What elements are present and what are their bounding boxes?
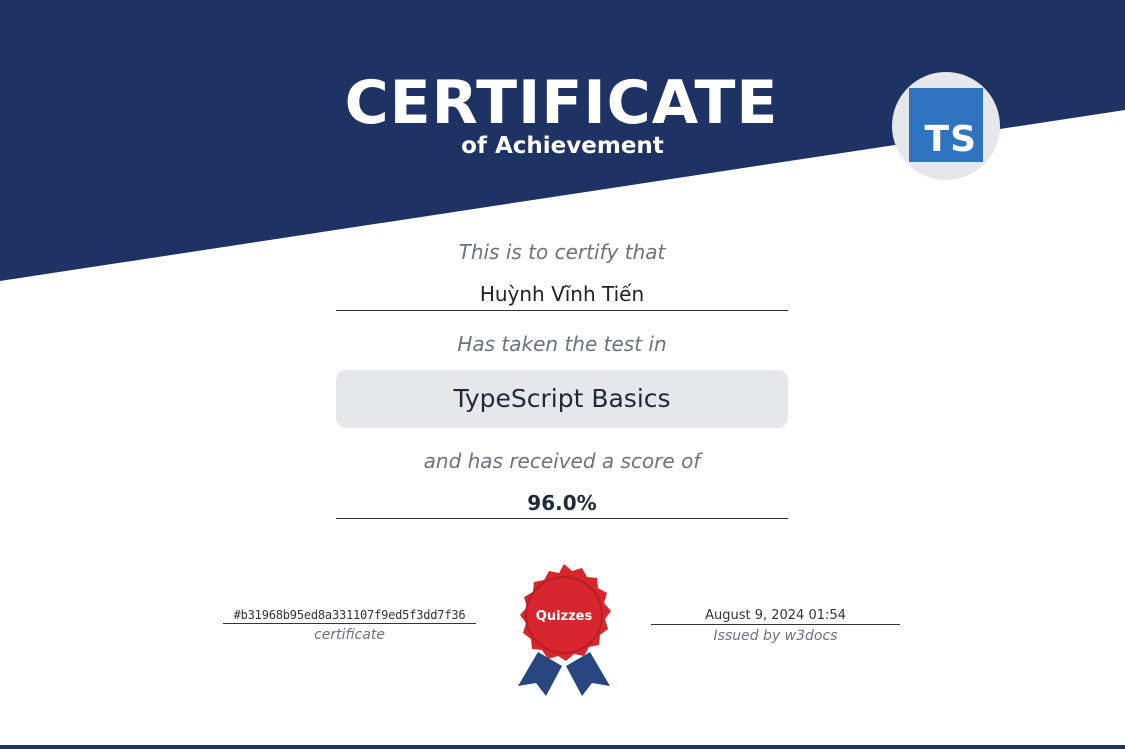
typescript-logo-icon: TS xyxy=(909,88,983,162)
test-name-box: TypeScript Basics xyxy=(336,370,788,428)
seal-ribbon-right xyxy=(566,652,610,696)
bottom-border xyxy=(0,745,1125,749)
certificate-hash: #b31968b95ed8a331107f9ed5f3dd7f36 xyxy=(223,608,476,624)
score-value: 96.0% xyxy=(336,489,788,519)
quizzes-seal-icon: Quizzes xyxy=(518,564,611,696)
certificate-hash-block: #b31968b95ed8a331107f9ed5f3dd7f36 certif… xyxy=(223,608,476,643)
issuer-caption: Issued by w3docs xyxy=(713,628,838,644)
certificate-hash-caption: certificate xyxy=(314,627,385,643)
issue-date-block: August 9, 2024 01:54 Issued by w3docs xyxy=(651,608,900,644)
certify-intro-text: This is to certify that xyxy=(458,240,666,264)
recipient-name: Huỳnh Vĩnh Tiến xyxy=(336,280,788,311)
typescript-logo-text: TS xyxy=(924,119,977,160)
seal-ribbon-left xyxy=(518,652,562,696)
seal-label: Quizzes xyxy=(536,609,593,624)
issue-date: August 9, 2024 01:54 xyxy=(651,608,900,625)
score-intro-text: and has received a score of xyxy=(423,449,701,473)
typescript-badge: TS xyxy=(892,72,1000,180)
taken-test-text: Has taken the test in xyxy=(457,332,667,356)
